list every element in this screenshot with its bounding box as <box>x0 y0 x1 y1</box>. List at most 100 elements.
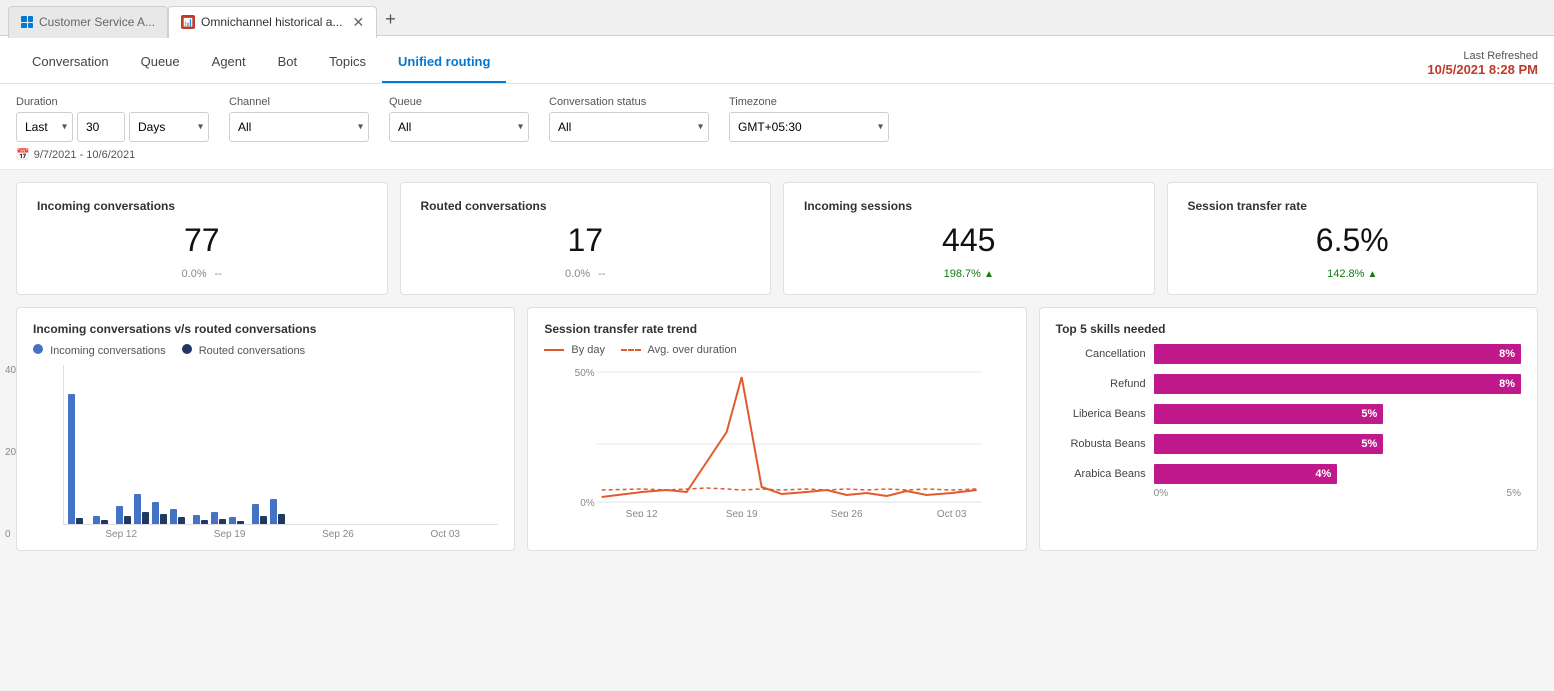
skill-bar-area-arabica: 4% <box>1154 464 1521 484</box>
report-icon: 📊 <box>181 15 195 29</box>
tab-bot[interactable]: Bot <box>262 42 314 83</box>
tab-agent[interactable]: Agent <box>196 42 262 83</box>
kpi-sessions-sub: 198.7% ▲ <box>804 268 1134 280</box>
channel-label: Channel <box>229 96 369 108</box>
queue-select-wrapper: All <box>389 112 529 142</box>
line-chart-title: Session transfer rate trend <box>544 322 1009 336</box>
filter-timezone: Timezone GMT+05:30 <box>729 96 889 142</box>
date-range-value: 9/7/2021 - 10/6/2021 <box>34 149 136 161</box>
skills-x-axis: 0% 5% <box>1056 488 1521 499</box>
filter-conversation-status: Conversation status All <box>549 96 709 142</box>
kpi-transfer-change: 142.8% ▲ <box>1327 268 1377 280</box>
tab1-label: Customer Service A... <box>39 15 155 29</box>
close-icon[interactable]: ✕ <box>352 14 364 31</box>
skill-bar-area-liberica: 5% <box>1154 404 1521 424</box>
kpi-row: Incoming conversations 77 0.0% -- Routed… <box>0 170 1554 307</box>
skills-chart-title: Top 5 skills needed <box>1056 322 1521 336</box>
arrow-up-icon: ▲ <box>984 269 994 280</box>
timezone-label: Timezone <box>729 96 889 108</box>
skill-bar-robusta: 5% <box>1154 434 1384 454</box>
line-chart-card: Session transfer rate trend By day Avg. … <box>527 307 1026 551</box>
calendar-icon: 📅 <box>16 148 30 161</box>
skill-pct-cancellation: 8% <box>1499 348 1515 360</box>
svg-text:Oct 03: Oct 03 <box>937 509 967 517</box>
skill-pct-liberica: 5% <box>1361 408 1377 420</box>
browser-tab-bar: Customer Service A... 📊 Omnichannel hist… <box>0 0 1554 36</box>
bar-chart-legend: Incoming conversations Routed conversati… <box>33 344 498 357</box>
skill-label-arabica: Arabica Beans <box>1056 468 1146 480</box>
tab-customer-service[interactable]: Customer Service A... <box>8 6 168 38</box>
kpi-session-transfer: Session transfer rate 6.5% 142.8% ▲ <box>1167 182 1539 295</box>
duration-label: Duration <box>16 96 209 108</box>
duration-unit-wrapper: Days <box>129 112 209 142</box>
kpi-sessions-title: Incoming sessions <box>804 199 1134 213</box>
skill-bar-area-cancellation: 8% <box>1154 344 1521 364</box>
skill-row-robusta: Robusta Beans 5% <box>1056 434 1521 454</box>
skill-label-refund: Refund <box>1056 378 1146 390</box>
legend-routed: Routed conversations <box>182 344 305 357</box>
svg-text:Sep 26: Sep 26 <box>831 509 863 517</box>
bar-chart-x-labels: Sep 12 Sep 19 Sep 26 Oct 03 <box>63 529 498 540</box>
legend-line-solid <box>544 349 564 351</box>
kpi-incoming-value: 77 <box>37 223 367 258</box>
kpi-sessions-change: 198.7% ▲ <box>944 268 994 280</box>
arrow-up-icon-2: ▲ <box>1367 269 1377 280</box>
date-range: 📅 9/7/2021 - 10/6/2021 <box>16 148 1538 161</box>
line-chart-wrapper: 50% 0% Sep 12 Sep 19 Sep 26 Oct 03 <box>544 362 1009 532</box>
conv-status-label: Conversation status <box>549 96 709 108</box>
skill-row-refund: Refund 8% <box>1056 374 1521 394</box>
skill-label-robusta: Robusta Beans <box>1056 438 1146 450</box>
duration-number-input[interactable] <box>77 112 125 142</box>
conv-status-select[interactable]: All <box>549 112 709 142</box>
legend-dot-incoming <box>33 344 43 354</box>
filter-queue: Queue All <box>389 96 529 142</box>
line-chart-svg: 50% 0% Sep 12 Sep 19 Sep 26 Oct 03 <box>544 362 1009 517</box>
skill-bar-area-refund: 8% <box>1154 374 1521 394</box>
legend-by-day: By day <box>544 344 605 356</box>
last-refreshed-section: Last Refreshed 10/5/2021 8:28 PM <box>1427 50 1538 83</box>
kpi-transfer-title: Session transfer rate <box>1188 199 1518 213</box>
legend-line-dotted <box>621 349 641 351</box>
skill-bar-refund: 8% <box>1154 374 1521 394</box>
bar-chart-title: Incoming conversations v/s routed conver… <box>33 322 498 336</box>
legend-incoming: Incoming conversations <box>33 344 166 357</box>
kpi-incoming-conversations: Incoming conversations 77 0.0% -- <box>16 182 388 295</box>
svg-text:Sep 12: Sep 12 <box>626 509 658 517</box>
duration-unit-select[interactable]: Days <box>129 112 209 142</box>
tab-omnichannel[interactable]: 📊 Omnichannel historical a... ✕ <box>168 6 377 38</box>
timezone-select[interactable]: GMT+05:30 <box>729 112 889 142</box>
kpi-routed-title: Routed conversations <box>421 199 751 213</box>
bar-chart-y-labels: 40 20 0 <box>5 365 16 540</box>
legend-avg: Avg. over duration <box>621 344 737 356</box>
conv-status-select-wrapper: All <box>549 112 709 142</box>
skill-pct-robusta: 5% <box>1361 438 1377 450</box>
kpi-transfer-change-value: 142.8% <box>1327 268 1364 280</box>
tab-topics[interactable]: Topics <box>313 42 382 83</box>
tab-unified-routing[interactable]: Unified routing <box>382 42 506 83</box>
kpi-routed-change1: 0.0% <box>565 268 590 280</box>
channel-select[interactable]: All <box>229 112 369 142</box>
nav-tab-bar: Conversation Queue Agent Bot Topics Unif… <box>0 36 1554 84</box>
new-tab-button[interactable]: + <box>385 9 396 30</box>
nav-tabs-container: Conversation Queue Agent Bot Topics Unif… <box>16 42 506 83</box>
tab-conversation[interactable]: Conversation <box>16 42 125 83</box>
skill-label-liberica: Liberica Beans <box>1056 408 1146 420</box>
skills-chart-card: Top 5 skills needed Cancellation 8% Refu… <box>1039 307 1538 551</box>
bar-chart-wrapper: 40 20 0 <box>33 365 498 540</box>
skill-bar-arabica: 4% <box>1154 464 1338 484</box>
duration-type-select[interactable]: Last <box>16 112 73 142</box>
skill-pct-refund: 8% <box>1499 378 1515 390</box>
bar-chart-bars <box>63 365 498 525</box>
kpi-incoming-sub: 0.0% -- <box>37 268 367 280</box>
kpi-sessions-change-value: 198.7% <box>944 268 981 280</box>
kpi-routed-sub: 0.0% -- <box>421 268 751 280</box>
line-chart-legend: By day Avg. over duration <box>544 344 1009 356</box>
channel-select-wrapper: All <box>229 112 369 142</box>
queue-select[interactable]: All <box>389 112 529 142</box>
tab-queue[interactable]: Queue <box>125 42 196 83</box>
duration-type-wrapper: Last <box>16 112 73 142</box>
queue-label: Queue <box>389 96 529 108</box>
kpi-sessions-value: 445 <box>804 223 1134 258</box>
grid-icon <box>21 16 33 28</box>
skill-bar-cancellation: 8% <box>1154 344 1521 364</box>
